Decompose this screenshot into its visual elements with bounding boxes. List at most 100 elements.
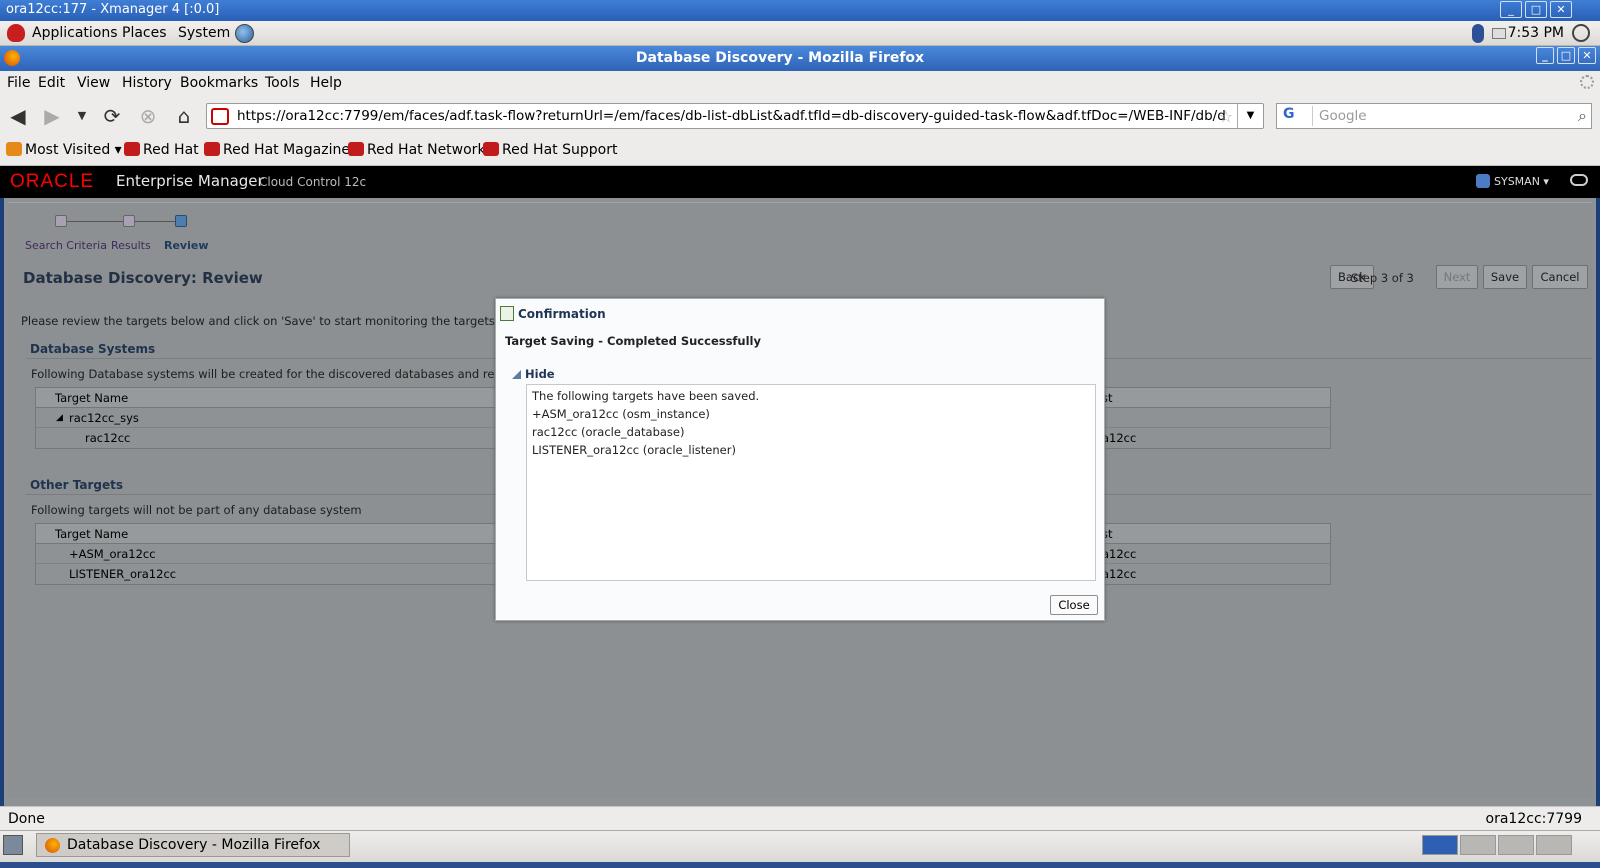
other-targets-heading: Other Targets (30, 478, 123, 492)
other-targets-desc: Following targets will not be part of an… (31, 503, 362, 517)
gnome-foot-icon[interactable] (7, 24, 25, 42)
train-step-1[interactable] (55, 215, 67, 227)
oracle-logo: ORACLE (10, 171, 95, 192)
menu-applications[interactable]: Applications (32, 25, 118, 41)
bookmark-red-hat-network[interactable]: Red Hat Network (348, 142, 486, 158)
user-name: SYSMAN (1494, 175, 1540, 188)
col-target-name: Target Name (55, 527, 129, 541)
ff-close-button[interactable]: ✕ (1578, 47, 1596, 64)
train-label-search-criteria[interactable]: Search Criteria (25, 239, 107, 252)
site-identity-icon[interactable] (211, 108, 229, 125)
bookmark-label: Red Hat Support (502, 142, 618, 158)
firefox-nav-bar: ◀ ▶ ▼ ⟳ ⊗ ⌂ https://ora12cc:7799/em/face… (0, 96, 1600, 136)
detail-line: +ASM_ora12cc (osm_instance) (532, 407, 710, 421)
maximize-button[interactable]: □ (1525, 1, 1547, 18)
url-bar[interactable]: https://ora12cc:7799/em/faces/adf.task-f… (206, 103, 1264, 129)
search-placeholder: Google (1319, 108, 1367, 124)
taskbar-item-firefox[interactable]: Database Discovery - Mozilla Firefox (36, 833, 350, 857)
reload-icon[interactable]: ⟳ (100, 104, 124, 128)
minimize-button[interactable]: _ (1500, 1, 1522, 18)
redhat-icon (124, 142, 140, 156)
next-button[interactable]: Next (1436, 265, 1478, 289)
bookmark-most-visited[interactable]: Most Visited ▾ (6, 142, 122, 158)
hide-details-toggle[interactable]: Hide (512, 367, 555, 381)
menu-file[interactable]: File (7, 75, 30, 91)
user-menu[interactable]: SYSMAN ▾ (1494, 175, 1549, 188)
menu-edit[interactable]: Edit (38, 75, 65, 91)
dialog-message: Target Saving - Completed Successfully (505, 334, 761, 348)
url-dropdown-icon[interactable]: ▼ (1237, 104, 1263, 128)
stop-icon[interactable]: ⊗ (136, 104, 160, 128)
menu-view[interactable]: View (77, 75, 110, 91)
user-icon (1476, 174, 1490, 188)
network-globe-icon[interactable] (235, 24, 254, 43)
history-dropdown-icon[interactable]: ▼ (70, 104, 94, 128)
detail-line: rac12cc (oracle_database) (532, 425, 685, 439)
workspace-1[interactable] (1422, 835, 1458, 855)
bookmark-red-hat-magazine[interactable]: Red Hat Magazine (204, 142, 350, 158)
volume-icon[interactable] (1572, 24, 1590, 42)
train-line (135, 221, 175, 222)
workspace-3[interactable] (1498, 835, 1534, 855)
train-label-results[interactable]: Results (111, 239, 151, 252)
search-input[interactable]: G Google ⌕ (1276, 103, 1592, 129)
bookmark-red-hat-support[interactable]: Red Hat Support (483, 142, 617, 158)
save-button[interactable]: Save (1483, 265, 1527, 289)
url-text[interactable]: https://ora12cc:7799/em/faces/adf.task-f… (237, 108, 1227, 124)
col-target-name: Target Name (55, 391, 129, 405)
close-button[interactable]: ✕ (1550, 1, 1572, 18)
ff-maximize-button[interactable]: □ (1557, 47, 1575, 64)
details-textarea[interactable]: The following targets have been saved. +… (526, 384, 1096, 581)
status-text: Done (8, 811, 45, 827)
redhat-icon (483, 142, 499, 156)
home-icon[interactable]: ⌂ (172, 104, 196, 128)
redhat-icon (348, 142, 364, 156)
product-name: Enterprise Manager (116, 172, 264, 190)
menu-history[interactable]: History (122, 75, 172, 91)
forward-icon[interactable]: ▶ (40, 104, 64, 128)
firefox-menu-bar: File Edit View History Bookmarks Tools H… (0, 71, 1600, 96)
back-icon[interactable]: ◀ (6, 104, 30, 128)
bookmark-red-hat[interactable]: Red Hat (124, 142, 199, 158)
close-button[interactable]: Close (1050, 595, 1098, 615)
bookmark-label: Red Hat Magazine (223, 142, 350, 158)
throbber-icon (1580, 75, 1594, 89)
db-systems-heading: Database Systems (30, 342, 156, 356)
help-icon[interactable] (1570, 174, 1588, 186)
workspace-4[interactable] (1536, 835, 1572, 855)
target-name: rac12cc (85, 431, 131, 445)
disclosure-triangle-icon (512, 370, 521, 379)
cancel-button[interactable]: Cancel (1532, 265, 1588, 289)
target-name: +ASM_ora12cc (69, 547, 156, 561)
page-title: Database Discovery: Review (23, 269, 263, 287)
firefox-window-controls: _ □ ✕ (1536, 47, 1596, 64)
train-label-review: Review (164, 239, 209, 252)
target-name: LISTENER_ora12cc (69, 567, 177, 581)
menu-places[interactable]: Places (122, 25, 167, 41)
keyboard-icon[interactable] (1492, 28, 1506, 39)
xmanager-title-bar: ora12cc:177 - Xmanager 4 [:0.0] _ □ ✕ (0, 0, 1600, 21)
menu-system[interactable]: System (178, 25, 230, 41)
confirmation-icon (500, 306, 514, 321)
ff-minimize-button[interactable]: _ (1536, 47, 1554, 64)
host-taskbar-strip (0, 862, 1600, 868)
workspace-2[interactable] (1460, 835, 1496, 855)
target-name: rac12cc_sys (69, 411, 139, 425)
menu-tools[interactable]: Tools (265, 75, 300, 91)
clock[interactable]: 7:53 PM (1508, 25, 1564, 41)
bookmark-label: Most Visited (25, 142, 111, 158)
bookmark-star-icon[interactable]: ☆ (1219, 107, 1233, 126)
firefox-logo-icon (45, 838, 60, 853)
detail-line: LISTENER_ora12cc (oracle_listener) (532, 443, 736, 457)
target-host: a12cc (1102, 567, 1137, 581)
show-desktop-icon[interactable] (3, 835, 23, 855)
menu-help[interactable]: Help (310, 75, 342, 91)
collapse-icon[interactable]: ◢ (56, 413, 63, 423)
xmanager-window-controls: _ □ ✕ (1500, 1, 1572, 18)
train-step-2[interactable] (123, 215, 135, 227)
detail-line: The following targets have been saved. (532, 389, 760, 403)
search-icon[interactable]: ⌕ (1578, 106, 1587, 126)
menu-bookmarks[interactable]: Bookmarks (180, 75, 258, 91)
search-engine-icon[interactable]: G (1279, 106, 1313, 126)
bluetooth-icon[interactable] (1472, 24, 1484, 43)
